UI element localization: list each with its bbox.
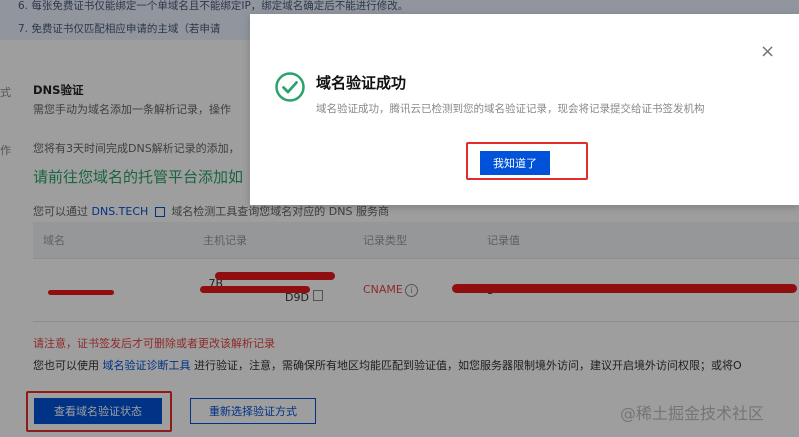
dialog-title: 域名验证成功 bbox=[316, 74, 407, 92]
dialog-description: 域名验证成功，腾讯云已检测到您的域名验证记录，现会将记录提交给证书签发机构 bbox=[316, 103, 705, 115]
close-icon[interactable]: × bbox=[760, 41, 775, 62]
got-it-button[interactable]: 我知道了 bbox=[480, 151, 550, 175]
success-check-icon bbox=[275, 72, 305, 102]
verify-success-dialog: 域名验证成功 域名验证成功，腾讯云已检测到您的域名验证记录，现会将记录提交给证书… bbox=[250, 14, 799, 205]
